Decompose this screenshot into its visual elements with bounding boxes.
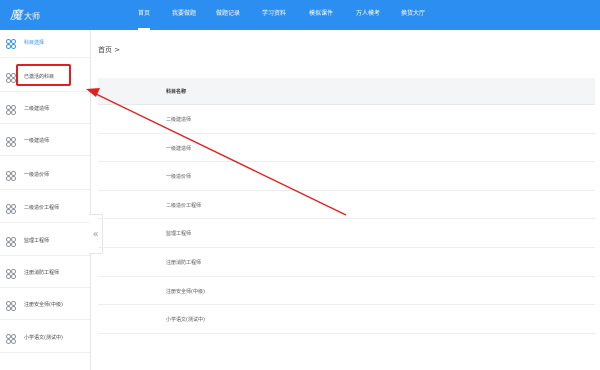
arrow-line	[95, 93, 347, 216]
annotation-arrow	[86, 88, 347, 216]
